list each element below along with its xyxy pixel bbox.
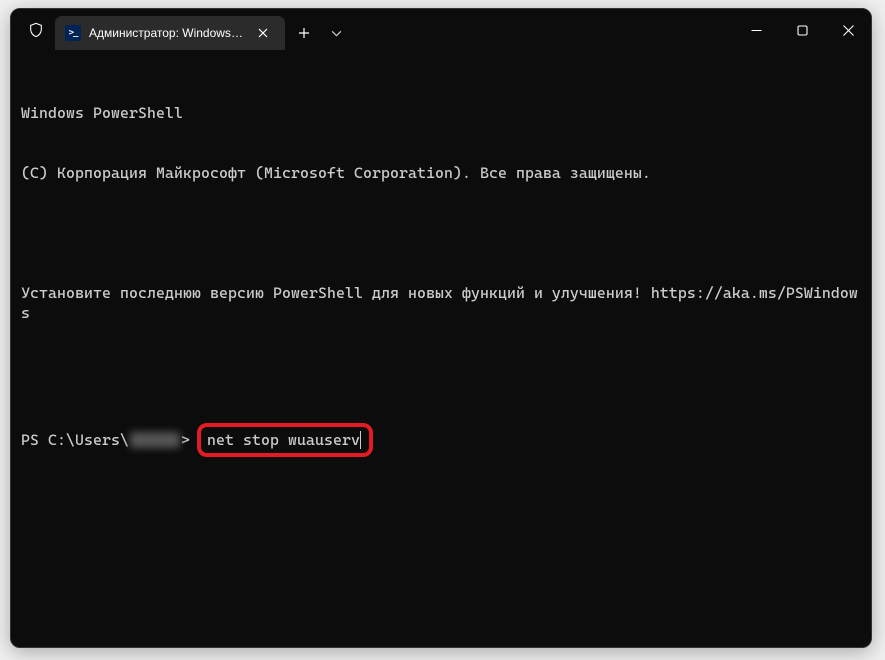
minimize-button[interactable] — [733, 9, 779, 51]
command-highlight: net stop wuauserv — [197, 423, 373, 457]
close-window-button[interactable] — [825, 9, 871, 51]
terminal-window: Администратор: Windows Pc — [10, 8, 872, 648]
terminal-line: Установите последнюю версию PowerShell д… — [21, 283, 861, 323]
text-cursor — [360, 431, 362, 449]
maximize-button[interactable] — [779, 9, 825, 51]
titlebar[interactable]: Администратор: Windows Pc — [11, 9, 871, 51]
shield-icon — [21, 9, 51, 51]
terminal-line: (C) Корпорация Майкрософт (Microsoft Cor… — [21, 163, 861, 183]
tab-powershell[interactable]: Администратор: Windows Pc — [55, 16, 285, 50]
terminal-line: Windows PowerShell — [21, 103, 861, 123]
terminal-content[interactable]: Windows PowerShell (C) Корпорация Майкро… — [11, 51, 871, 647]
powershell-icon — [65, 25, 81, 41]
prompt-line: PS C:\Users\> net stop wuauserv — [21, 423, 861, 457]
tab-title: Администратор: Windows Pc — [89, 26, 245, 40]
blank-line — [21, 223, 861, 243]
redacted-username — [130, 432, 180, 448]
window-controls — [733, 9, 871, 51]
tab-dropdown-button[interactable] — [321, 16, 351, 50]
command-text: net stop wuauserv — [207, 430, 360, 450]
close-tab-button[interactable] — [251, 21, 275, 45]
blank-line — [21, 363, 861, 383]
new-tab-button[interactable] — [287, 16, 321, 50]
prompt-prefix: PS C:\Users\ — [21, 430, 129, 450]
